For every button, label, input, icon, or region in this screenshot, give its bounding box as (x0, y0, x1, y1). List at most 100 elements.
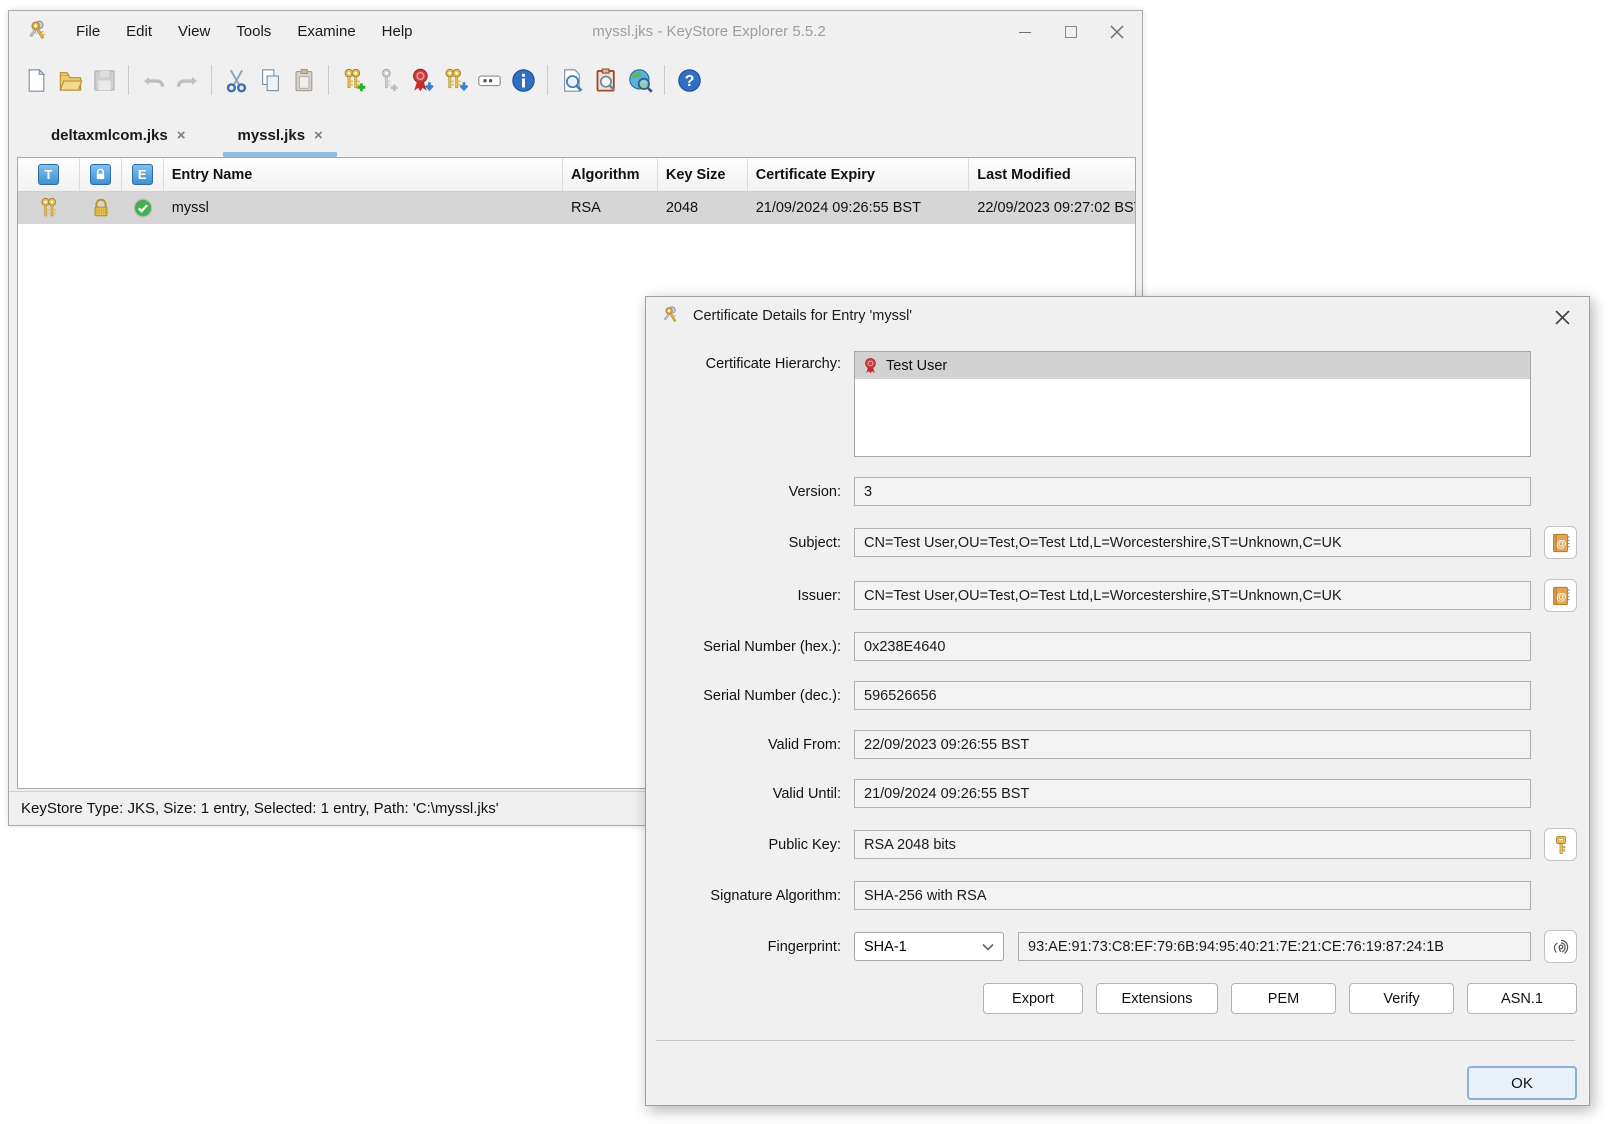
tab-close-icon[interactable]: × (177, 127, 186, 144)
import-trusted-certificate-button[interactable] (404, 63, 438, 97)
column-header-entry-name[interactable]: Entry Name (164, 158, 563, 191)
ok-button[interactable]: OK (1467, 1066, 1577, 1100)
toolbar-separator (211, 65, 212, 95)
titlebar: File Edit View Tools Examine Help myssl.… (9, 11, 1142, 53)
paste-button[interactable] (287, 63, 321, 97)
set-password-button[interactable] (472, 63, 506, 97)
valid-from-label: Valid From: (654, 737, 854, 753)
maximize-button[interactable] (1048, 11, 1094, 53)
help-icon: ? (676, 67, 703, 94)
entry-algorithm-cell: RSA (563, 192, 658, 224)
close-button[interactable] (1094, 11, 1140, 53)
issuer-label: Issuer: (654, 588, 854, 604)
chevron-down-icon (982, 943, 994, 951)
tab-close-icon[interactable]: × (314, 127, 323, 144)
column-header-type[interactable]: T (18, 158, 80, 191)
key-pair-icon (37, 196, 61, 220)
column-header-key-size[interactable]: Key Size (658, 158, 748, 191)
dialog-close-button[interactable] (1549, 304, 1575, 330)
version-label: Version: (654, 484, 854, 500)
fingerprint-algorithm-value: SHA-1 (864, 939, 907, 955)
valid-until-label: Valid Until: (654, 786, 854, 802)
cut-icon (223, 67, 250, 94)
minimize-icon (1019, 32, 1031, 33)
column-header-last-modified[interactable]: Last Modified (969, 158, 1135, 191)
entry-certificate-expiry-cell: 21/09/2024 09:26:55 BST (748, 192, 970, 224)
help-button[interactable]: ? (672, 63, 706, 97)
issuer-field: CN=Test User,OU=Test,O=Test Ltd,L=Worces… (854, 581, 1531, 610)
copy-icon (257, 67, 284, 94)
generate-secret-key-icon (374, 67, 401, 94)
examine-file-button[interactable] (555, 63, 589, 97)
certificate-hierarchy-list[interactable]: Test User (854, 351, 1531, 457)
generate-secret-key-button[interactable] (370, 63, 404, 97)
extensions-button[interactable]: Extensions (1096, 983, 1218, 1014)
redo-button[interactable] (170, 63, 204, 97)
entry-last-modified-cell: 22/09/2023 09:27:02 BST (969, 192, 1135, 224)
subject-details-button[interactable]: @ (1544, 526, 1577, 559)
serial-hex-field: 0x238E4640 (854, 632, 1531, 661)
open-keystore-button[interactable] (53, 63, 87, 97)
minimize-button[interactable] (1002, 11, 1048, 53)
fingerprint-field: 93:AE:91:73:C8:EF:79:6B:94:95:40:21:7E:2… (1018, 932, 1531, 961)
tab-deltaxmlcom-jks[interactable]: deltaxmlcom.jks × (35, 113, 201, 157)
dialog-titlebar: Certificate Details for Entry 'myssl' (646, 297, 1589, 335)
export-button[interactable]: Export (983, 983, 1083, 1014)
entry-key-size-cell: 2048 (658, 192, 748, 224)
column-header-expiry[interactable]: E (122, 158, 164, 191)
signature-algorithm-label: Signature Algorithm: (654, 888, 854, 904)
menu-examine[interactable]: Examine (284, 11, 368, 53)
serial-dec-field: 596526656 (854, 681, 1531, 710)
locked-icon (90, 197, 112, 219)
new-keystore-button[interactable] (19, 63, 53, 97)
toolbar-separator (664, 65, 665, 95)
table-row-myssl[interactable]: myssl RSA 2048 21/09/2024 09:26:55 BST 2… (18, 192, 1135, 224)
signature-algorithm-field: SHA-256 with RSA (854, 881, 1531, 910)
copy-button[interactable] (253, 63, 287, 97)
hierarchy-item-test-user[interactable]: Test User (855, 352, 1530, 379)
public-key-label: Public Key: (654, 837, 854, 853)
menu-view[interactable]: View (165, 11, 223, 53)
import-key-pair-button[interactable] (438, 63, 472, 97)
hierarchy-item-label: Test User (886, 358, 947, 374)
entry-lock-cell (80, 192, 122, 224)
cut-button[interactable] (219, 63, 253, 97)
fingerprint-icon (1550, 936, 1572, 958)
menu-help[interactable]: Help (369, 11, 426, 53)
fingerprint-details-button[interactable] (1544, 930, 1577, 963)
issuer-details-button[interactable]: @ (1544, 579, 1577, 612)
close-icon (1110, 25, 1124, 39)
new-icon (23, 67, 50, 94)
examine-ssl-button[interactable] (623, 63, 657, 97)
subject-field: CN=Test User,OU=Test,O=Test Ltd,L=Worces… (854, 528, 1531, 557)
tab-myssl-jks[interactable]: myssl.jks × (221, 113, 338, 157)
properties-button[interactable] (506, 63, 540, 97)
undo-button[interactable] (136, 63, 170, 97)
tab-label: myssl.jks (237, 127, 305, 144)
examine-file-icon (559, 67, 586, 94)
examine-clipboard-button[interactable] (589, 63, 623, 97)
maximize-icon (1065, 26, 1077, 38)
menu-tools[interactable]: Tools (223, 11, 284, 53)
tab-bar: deltaxmlcom.jks × myssl.jks × (9, 107, 1142, 157)
serial-hex-label: Serial Number (hex.): (654, 639, 854, 655)
generate-key-pair-button[interactable] (336, 63, 370, 97)
entry-expiry-cell (122, 192, 164, 224)
properties-info-icon (510, 67, 537, 94)
save-keystore-button[interactable] (87, 63, 121, 97)
menu-file[interactable]: File (63, 11, 113, 53)
app-keys-icon (25, 19, 51, 45)
verify-button[interactable]: Verify (1349, 983, 1454, 1014)
public-key-details-button[interactable] (1544, 828, 1577, 861)
certificate-hierarchy-label: Certificate Hierarchy: (654, 351, 854, 378)
column-header-lock[interactable] (80, 158, 122, 191)
save-icon (91, 67, 118, 94)
svg-text:@: @ (1556, 537, 1566, 549)
menu-edit[interactable]: Edit (113, 11, 165, 53)
column-header-certificate-expiry[interactable]: Certificate Expiry (748, 158, 970, 191)
version-field: 3 (854, 477, 1531, 506)
pem-button[interactable]: PEM (1231, 983, 1336, 1014)
fingerprint-algorithm-select[interactable]: SHA-1 (854, 932, 1004, 961)
asn1-button[interactable]: ASN.1 (1467, 983, 1577, 1014)
column-header-algorithm[interactable]: Algorithm (563, 158, 658, 191)
